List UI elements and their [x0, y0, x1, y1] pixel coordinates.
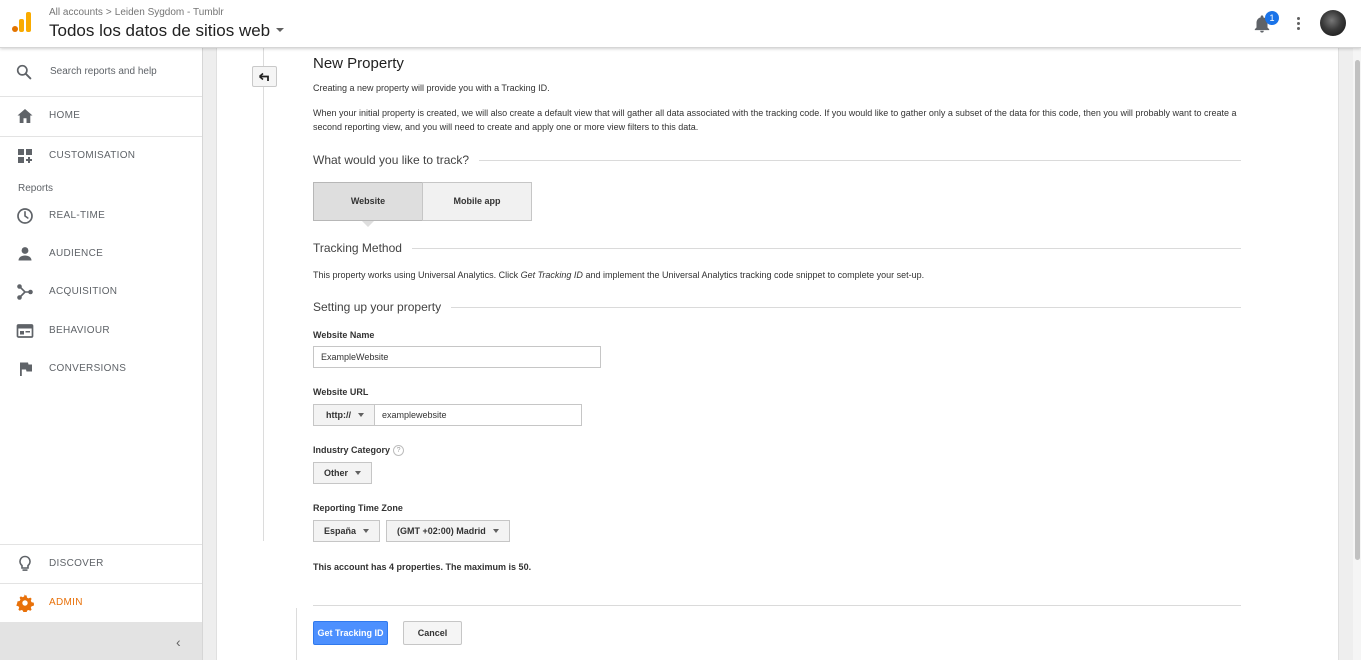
search-icon: [16, 64, 32, 80]
sidebar-item-acquisition[interactable]: ACQUISITION: [0, 273, 202, 311]
more-options-icon[interactable]: [1292, 15, 1304, 33]
back-arrow-icon: [259, 72, 269, 81]
top-app-bar: All accounts > Leiden Sygdom - Tumblr Todo…: [0, 0, 1361, 48]
sidebar-item-discover[interactable]: DISCOVER: [0, 544, 202, 582]
dashboard-add-icon: [18, 149, 32, 163]
track-heading-text: What would you like to track?: [313, 153, 470, 167]
divider: [296, 608, 297, 660]
breadcrumb-all-accounts[interactable]: All accounts: [49, 7, 103, 18]
protocol-dropdown[interactable]: http://: [313, 404, 375, 426]
breadcrumb-account[interactable]: Leiden Sygdom - Tumblr: [115, 7, 224, 18]
sidebar-item-label: REAL-TIME: [49, 210, 106, 221]
description-text: When your initial property is created, w…: [313, 108, 1237, 132]
tracking-method-heading: Tracking Method: [313, 241, 1241, 255]
website-url-label: Website URL: [313, 387, 369, 397]
sidebar-item-behaviour[interactable]: BEHAVIOUR: [0, 312, 202, 350]
sidebar-item-label: CONVERSIONS: [49, 363, 127, 374]
track-type-selector[interactable]: Website Mobile app: [313, 182, 532, 227]
page-title: New Property: [313, 55, 404, 72]
avatar[interactable]: [1320, 10, 1346, 36]
collapse-sidebar-button[interactable]: ‹: [0, 622, 202, 660]
sidebar-item-label: HOME: [49, 110, 81, 121]
view-title: Todos los datos de sitios web: [49, 21, 271, 40]
analytics-logo[interactable]: [12, 12, 32, 32]
sidebar-item-audience[interactable]: AUDIENCE: [0, 235, 202, 273]
sidebar-item-label: ACQUISITION: [49, 286, 118, 297]
chevron-down-icon: [363, 528, 370, 533]
sidebar-item-home[interactable]: HOME: [0, 97, 202, 135]
scrollbar-thumb[interactable]: [1355, 60, 1360, 560]
help-icon[interactable]: ?: [393, 445, 405, 457]
flag-icon: [20, 362, 32, 376]
sidebar-item-label: CUSTOMISATION: [49, 150, 136, 161]
person-icon: [18, 247, 32, 261]
notification-count-badge: 1: [1265, 11, 1279, 25]
chevron-down-icon: [358, 412, 364, 417]
website-name-field[interactable]: ExampleWebsite: [313, 346, 601, 368]
sidebar-item-admin[interactable]: ADMIN: [0, 583, 202, 621]
tracking-method-text: This property works using Universal Anal…: [313, 270, 925, 280]
chevron-down-icon: [276, 27, 285, 32]
track-section-heading: What would you like to track?: [313, 153, 1241, 167]
divider: [313, 605, 1241, 606]
step-rail: [263, 48, 264, 541]
reporting-time-zone-label: Reporting Time Zone: [313, 503, 403, 513]
sidebar-item-label: ADMIN: [49, 597, 83, 608]
search-placeholder: Search reports and help: [50, 66, 157, 77]
method-heading-text: Tracking Method: [313, 241, 402, 255]
sidebar-item-real-time[interactable]: REAL-TIME: [0, 197, 202, 235]
track-mobile-app-option[interactable]: Mobile app: [422, 182, 532, 221]
clock-icon: [17, 208, 33, 224]
website-name-label: Website Name: [313, 330, 375, 340]
industry-category-dropdown[interactable]: Other: [313, 462, 373, 484]
breadcrumb[interactable]: All accounts > Leiden Sygdom - Tumblr: [49, 7, 224, 18]
setup-heading: Setting up your property: [313, 300, 1241, 314]
home-icon: [17, 109, 33, 123]
website-url-field[interactable]: examplewebsite: [374, 404, 582, 426]
cancel-button[interactable]: Cancel: [403, 621, 462, 645]
chevron-down-icon: [355, 470, 362, 475]
acquisition-icon: [17, 284, 33, 300]
track-website-option[interactable]: Website: [313, 182, 423, 227]
sidebar-item-label: AUDIENCE: [49, 248, 104, 259]
sidebar-item-label: DISCOVER: [49, 558, 104, 569]
sidebar: Search reports and help HOME CUSTOMISATI…: [0, 48, 203, 660]
intro-text: Creating a new property will provide you…: [313, 83, 550, 93]
reports-section-label: Reports: [18, 183, 54, 194]
country-dropdown[interactable]: España: [313, 520, 381, 542]
get-tracking-id-button[interactable]: Get Tracking ID: [313, 621, 388, 645]
lightbulb-icon: [19, 555, 31, 571]
chevron-down-icon: [492, 528, 499, 533]
sidebar-item-conversions[interactable]: CONVERSIONS: [0, 350, 202, 388]
setup-heading-text: Setting up your property: [313, 300, 442, 314]
main-panel: New Property Creating a new property wil…: [216, 48, 1339, 660]
behaviour-icon: [16, 324, 34, 338]
gear-icon: [16, 594, 34, 612]
sidebar-item-label: BEHAVIOUR: [49, 325, 110, 336]
view-selector[interactable]: Todos los datos de sitios web: [49, 21, 285, 41]
back-button[interactable]: [252, 66, 277, 87]
get-tracking-id-emphasis: Get Tracking ID: [520, 270, 583, 280]
properties-limit-note: This account has 4 properties. The maxim…: [313, 562, 532, 572]
search-reports-input[interactable]: Search reports and help: [0, 48, 202, 97]
breadcrumb-separator: >: [105, 7, 112, 18]
industry-category-label: Industry Category?: [313, 445, 405, 457]
chevron-left-icon: ‹: [176, 634, 181, 650]
sidebar-item-customisation[interactable]: CUSTOMISATION: [0, 136, 202, 174]
timezone-dropdown[interactable]: (GMT +02:00) Madrid: [386, 520, 510, 542]
